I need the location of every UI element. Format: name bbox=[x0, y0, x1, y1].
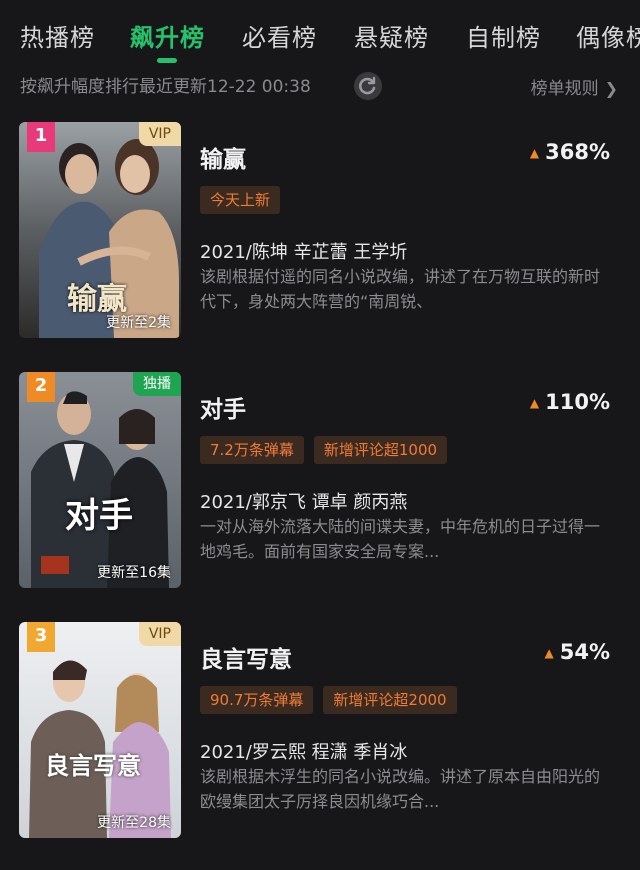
update-status: 更新至2集 bbox=[106, 315, 171, 331]
tag-pill: 7.2万条弹幕 bbox=[200, 436, 304, 464]
vip-badge: VIP bbox=[138, 622, 181, 646]
poster-title-art: 对手 bbox=[65, 496, 133, 536]
rise-percentage: ▲ 110% bbox=[530, 390, 610, 414]
show-description: 该剧根据付遥的同名小说改编，讲述了在万物互联的新时代下，身处两大阵营的“南周锐、 bbox=[200, 267, 601, 311]
rise-value: 110% bbox=[545, 390, 610, 414]
list-item[interactable]: 3 VIP 良言写意 更新至28集 良言写意 ▲ 54% 90.7万条弹幕 新增评论… bbox=[0, 622, 640, 842]
tag-row: 7.2万条弹幕 新增评论超1000 bbox=[200, 436, 457, 466]
ranking-tabs: 热播榜 飙升榜 必看榜 悬疑榜 自制榜 偶像榜 bbox=[0, 0, 640, 64]
list-item[interactable]: 1 VIP 输赢 更新至2集 输赢 ▲ 368% 今天上新 2021/陈坤 辛芷蕾… bbox=[0, 122, 640, 342]
tag-pill: 新增评论超1000 bbox=[313, 436, 448, 464]
poster-title-art: 良言写意 bbox=[45, 752, 141, 780]
rank-badge: 3 bbox=[27, 622, 55, 652]
show-description: 该剧根据木浮生的同名小说改编。讲述了原本自由阳光的欧缦集团太子厉择良因机缘巧合.… bbox=[200, 767, 601, 811]
show-meta: 2021/罗云熙 程潇 季肖冰 bbox=[200, 742, 408, 763]
tag-pill: 今天上新 bbox=[200, 186, 281, 214]
poster[interactable]: 3 VIP 良言写意 更新至28集 bbox=[19, 622, 181, 838]
rise-arrow-icon: ▲ bbox=[529, 396, 540, 410]
ranking-subbar: 按飙升幅度排行最近更新12-22 00:38 榜单规则 ❯ bbox=[0, 64, 640, 104]
active-tab-indicator bbox=[157, 58, 177, 63]
rise-arrow-icon: ▲ bbox=[529, 146, 540, 160]
tag-pill: 新增评论超2000 bbox=[323, 686, 457, 714]
refresh-icon[interactable] bbox=[354, 72, 382, 100]
ranking-rules-label: 榜单规则 bbox=[530, 79, 599, 99]
show-meta: 2021/陈坤 辛芷蕾 王学圻 bbox=[200, 242, 408, 263]
tab-hot[interactable]: 热播榜 bbox=[20, 18, 95, 53]
show-title[interactable]: 输赢 bbox=[200, 140, 246, 174]
poster[interactable]: 2 独播 对手 更新至16集 bbox=[19, 372, 181, 588]
rank-badge: 1 bbox=[27, 122, 55, 152]
update-status: 更新至16集 bbox=[97, 565, 171, 581]
rise-percentage: ▲ 368% bbox=[530, 140, 610, 164]
tab-must-watch[interactable]: 必看榜 bbox=[242, 18, 317, 53]
rise-value: 54% bbox=[559, 640, 610, 664]
ranking-subtitle: 按飙升幅度排行最近更新12-22 00:38 bbox=[20, 77, 311, 97]
rise-value: 368% bbox=[545, 140, 610, 164]
show-description: 一对从海外流落大陆的间谍夫妻，中年危机的日子过得一地鸡毛。面前有国家安全局专案.… bbox=[200, 517, 601, 561]
tag-row: 今天上新 bbox=[200, 186, 290, 216]
rise-percentage: ▲ 54% bbox=[545, 640, 611, 664]
rise-arrow-icon: ▲ bbox=[544, 646, 554, 660]
chevron-right-icon: ❯ bbox=[604, 79, 618, 98]
tab-suspense[interactable]: 悬疑榜 bbox=[354, 18, 429, 53]
tag-pill: 90.7万条弹幕 bbox=[200, 686, 314, 714]
poster[interactable]: 1 VIP 输赢 更新至2集 bbox=[19, 122, 181, 338]
tag-row: 90.7万条弹幕 新增评论超2000 bbox=[200, 686, 467, 716]
show-meta: 2021/郭京飞 谭卓 颜丙燕 bbox=[200, 492, 408, 513]
update-status: 更新至28集 bbox=[97, 815, 171, 831]
exclusive-badge: 独播 bbox=[133, 372, 181, 396]
ranking-rules-link[interactable]: 榜单规则 ❯ bbox=[531, 74, 618, 99]
show-title[interactable]: 良言写意 bbox=[200, 640, 292, 674]
vip-badge: VIP bbox=[138, 122, 181, 146]
rank-badge: 2 bbox=[27, 372, 55, 402]
list-item[interactable]: 2 独播 对手 更新至16集 对手 ▲ 110% 7.2万条弹幕 新增评论超1000… bbox=[0, 372, 640, 592]
tab-idol[interactable]: 偶像榜 bbox=[576, 18, 640, 53]
show-title[interactable]: 对手 bbox=[200, 390, 246, 424]
tab-rising[interactable]: 飙升榜 bbox=[130, 18, 205, 53]
tab-original[interactable]: 自制榜 bbox=[466, 18, 541, 53]
